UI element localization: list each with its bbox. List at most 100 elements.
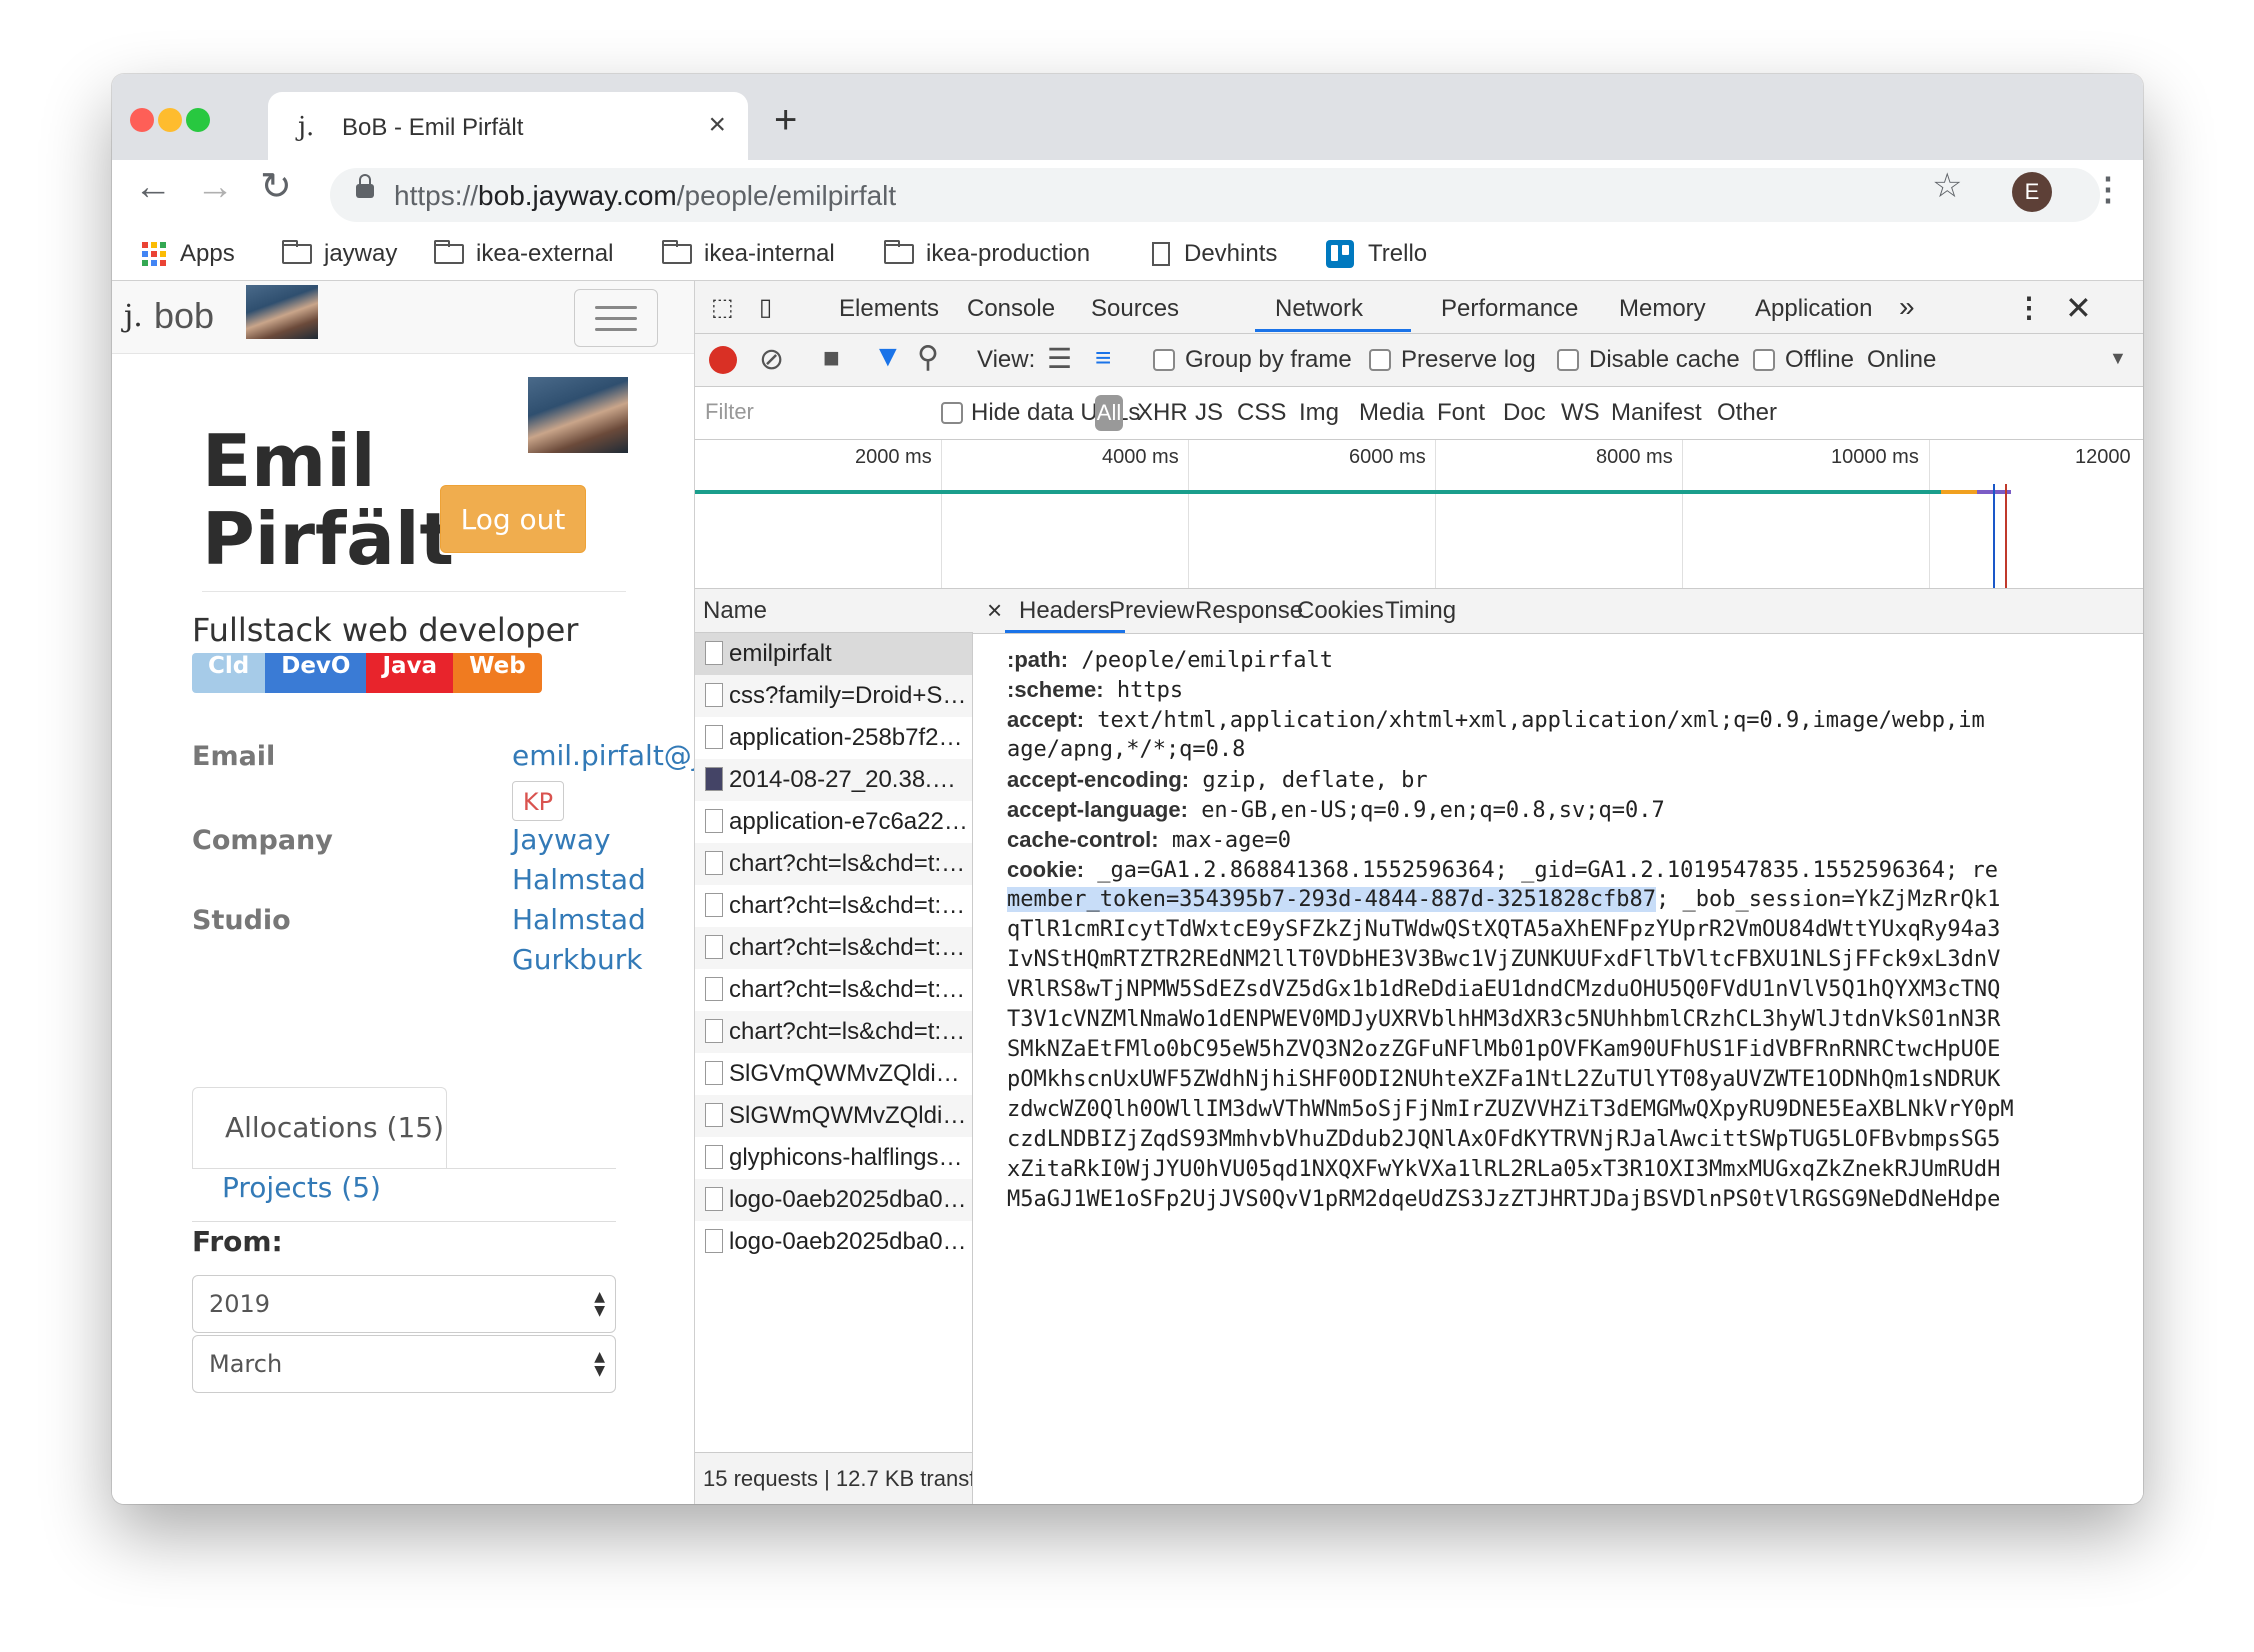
bookmark-ikea-external[interactable]: ikea-external: [434, 240, 613, 268]
bookmark-devhints[interactable]: Devhints: [1152, 240, 1277, 268]
request-row[interactable]: chart?cht=ls&chd=t:18.65,18.…: [695, 885, 972, 927]
email-link[interactable]: emil.pirfalt@ja: [512, 739, 694, 772]
bookmark-ikea-internal[interactable]: ikea-internal: [662, 240, 835, 268]
hamburger-menu-button[interactable]: [574, 289, 658, 347]
tab-memory[interactable]: Memory: [1619, 295, 1706, 323]
bookmark-jayway[interactable]: jayway: [282, 240, 397, 268]
name-column-header[interactable]: Name: [695, 589, 973, 633]
request-row[interactable]: css?family=Droid+Sans:regul…: [695, 675, 972, 717]
tab-console[interactable]: Console: [967, 295, 1055, 323]
forward-arrow-icon[interactable]: →: [196, 168, 234, 206]
tab-timing[interactable]: Timing: [1385, 597, 1456, 625]
tab-preview[interactable]: Preview: [1109, 597, 1194, 625]
chevron-down-icon[interactable]: ▼: [2109, 348, 2127, 369]
request-row[interactable]: SlGWmQWMvZQldix7AFxXm…: [695, 1095, 972, 1137]
filter-doc[interactable]: Doc: [1503, 399, 1546, 427]
browser-tab[interactable]: j. BoB - Emil Pirfält ×: [268, 92, 748, 160]
inspect-element-icon[interactable]: ⬚: [711, 293, 734, 322]
close-window-button[interactable]: [130, 108, 154, 132]
screenshot-camera-icon[interactable]: ■: [823, 342, 840, 374]
disable-cache-checkbox[interactable]: [1557, 349, 1579, 371]
filter-img[interactable]: Img: [1299, 399, 1339, 427]
filter-input[interactable]: Filter: [701, 393, 931, 431]
bookmark-star-icon[interactable]: ☆: [1932, 166, 1962, 206]
filter-css[interactable]: CSS: [1237, 399, 1286, 427]
network-overview-timeline[interactable]: 2000 ms 4000 ms 6000 ms 8000 ms 10000 ms…: [695, 440, 2143, 589]
company-link[interactable]: Jayway: [512, 823, 611, 856]
tab-allocations[interactable]: Allocations (15): [192, 1087, 447, 1169]
year-select[interactable]: 2019 ▲ ▼: [192, 1275, 616, 1333]
filter-all-button[interactable]: All: [1095, 395, 1123, 431]
tab-headers[interactable]: Headers: [1019, 597, 1110, 625]
filter-funnel-icon[interactable]: ▼: [873, 340, 903, 374]
new-tab-button[interactable]: +: [774, 100, 797, 140]
bookmark-apps[interactable]: Apps: [142, 240, 235, 268]
request-row[interactable]: logo-0aeb2025dba069355c7…: [695, 1179, 972, 1221]
request-row[interactable]: 2014-08-27_20.38.07_small.jpg: [695, 759, 972, 801]
offline-checkbox[interactable]: [1753, 349, 1775, 371]
filter-media[interactable]: Media: [1359, 399, 1424, 427]
search-icon[interactable]: ⚲: [917, 340, 939, 375]
request-row[interactable]: chart?cht=ls&chd=t:1.0,1.0,0.…: [695, 1011, 972, 1053]
profile-avatar[interactable]: E: [2012, 172, 2052, 212]
maximize-window-button[interactable]: [186, 108, 210, 132]
cookie-line: M5aGJ1WE1oSFp2UjJVS0QvV1pRM2dqeUdZS3JzZT…: [1007, 1187, 2001, 1212]
tab-application[interactable]: Application: [1755, 295, 1872, 323]
brand-name[interactable]: bob: [154, 295, 214, 337]
bookmark-trello[interactable]: Trello: [1326, 240, 1427, 268]
request-row[interactable]: emilpirfalt: [695, 633, 972, 675]
hide-data-urls-checkbox[interactable]: [941, 402, 963, 424]
device-toolbar-icon[interactable]: ▯: [759, 293, 772, 322]
close-detail-icon[interactable]: ×: [987, 595, 1002, 626]
large-rows-icon[interactable]: ☰: [1047, 342, 1072, 375]
preserve-log-checkbox[interactable]: [1369, 349, 1391, 371]
request-row[interactable]: application-e7c6a226b36867…: [695, 801, 972, 843]
tab-close-icon[interactable]: ×: [708, 108, 726, 142]
filter-other[interactable]: Other: [1717, 399, 1777, 427]
more-tabs-icon[interactable]: »: [1899, 291, 1915, 323]
request-row[interactable]: logo-0aeb2025dba069355c7…: [695, 1221, 972, 1263]
stylesheet-icon: [705, 725, 723, 749]
navbar-avatar[interactable]: [246, 285, 318, 339]
tab-response[interactable]: Response: [1195, 597, 1303, 625]
devtools-menu-icon[interactable]: ⋮: [2015, 291, 2043, 324]
tab-elements[interactable]: Elements: [839, 295, 939, 323]
studio-sub-link[interactable]: Gurkburk: [512, 943, 642, 976]
load-marker: [2005, 484, 2007, 588]
filter-js[interactable]: JS: [1195, 399, 1223, 427]
request-row[interactable]: chart?cht=ls&chd=t:0.6,2.6,2.…: [695, 927, 972, 969]
request-row[interactable]: glyphicons-halflings-regular-f…: [695, 1137, 972, 1179]
company-location-link[interactable]: Halmstad: [512, 863, 646, 896]
address-bar[interactable]: https://bob.jayway.com/people/emilpirfal…: [330, 168, 2100, 222]
record-icon[interactable]: [709, 346, 737, 374]
request-row[interactable]: SlGVmQWMvZQldix7AFxXkH…: [695, 1053, 972, 1095]
filter-xhr[interactable]: XHR: [1137, 399, 1188, 427]
tab-performance[interactable]: Performance: [1441, 295, 1578, 323]
clear-icon[interactable]: ⊘: [759, 342, 784, 377]
studio-link[interactable]: Halmstad: [512, 903, 646, 936]
minimize-window-button[interactable]: [158, 108, 182, 132]
filter-ws[interactable]: WS: [1561, 399, 1600, 427]
logout-button[interactable]: Log out: [440, 485, 586, 553]
tab-sources[interactable]: Sources: [1091, 295, 1179, 323]
request-row[interactable]: chart?cht=ls&chd=t:0.0,0.0,0.…: [695, 843, 972, 885]
stylesheet-icon: [705, 683, 723, 707]
browser-menu-icon[interactable]: ⋮: [2092, 170, 2124, 208]
tab-cookies[interactable]: Cookies: [1297, 597, 1384, 625]
divider: [202, 591, 626, 592]
filter-manifest[interactable]: Manifest: [1611, 399, 1702, 427]
group-by-frame-checkbox[interactable]: [1153, 349, 1175, 371]
month-select[interactable]: March ▲ ▼: [192, 1335, 616, 1393]
devtools-close-icon[interactable]: ✕: [2065, 289, 2092, 327]
tag-web: Web: [453, 653, 542, 693]
bookmark-ikea-production[interactable]: ikea-production: [884, 240, 1090, 268]
waterfall-overview-icon[interactable]: ≡: [1095, 342, 1111, 374]
throttling-select[interactable]: Online: [1867, 346, 1936, 374]
back-arrow-icon[interactable]: ←: [134, 168, 172, 206]
request-row[interactable]: chart?cht=ls&chd=t:12.3,12.3…: [695, 969, 972, 1011]
reload-icon[interactable]: ↻: [260, 168, 292, 206]
tab-network[interactable]: Network: [1275, 295, 1363, 323]
tab-projects[interactable]: Projects (5): [222, 1171, 381, 1204]
filter-font[interactable]: Font: [1437, 399, 1485, 427]
request-row[interactable]: application-258b7f2f379a28c…: [695, 717, 972, 759]
